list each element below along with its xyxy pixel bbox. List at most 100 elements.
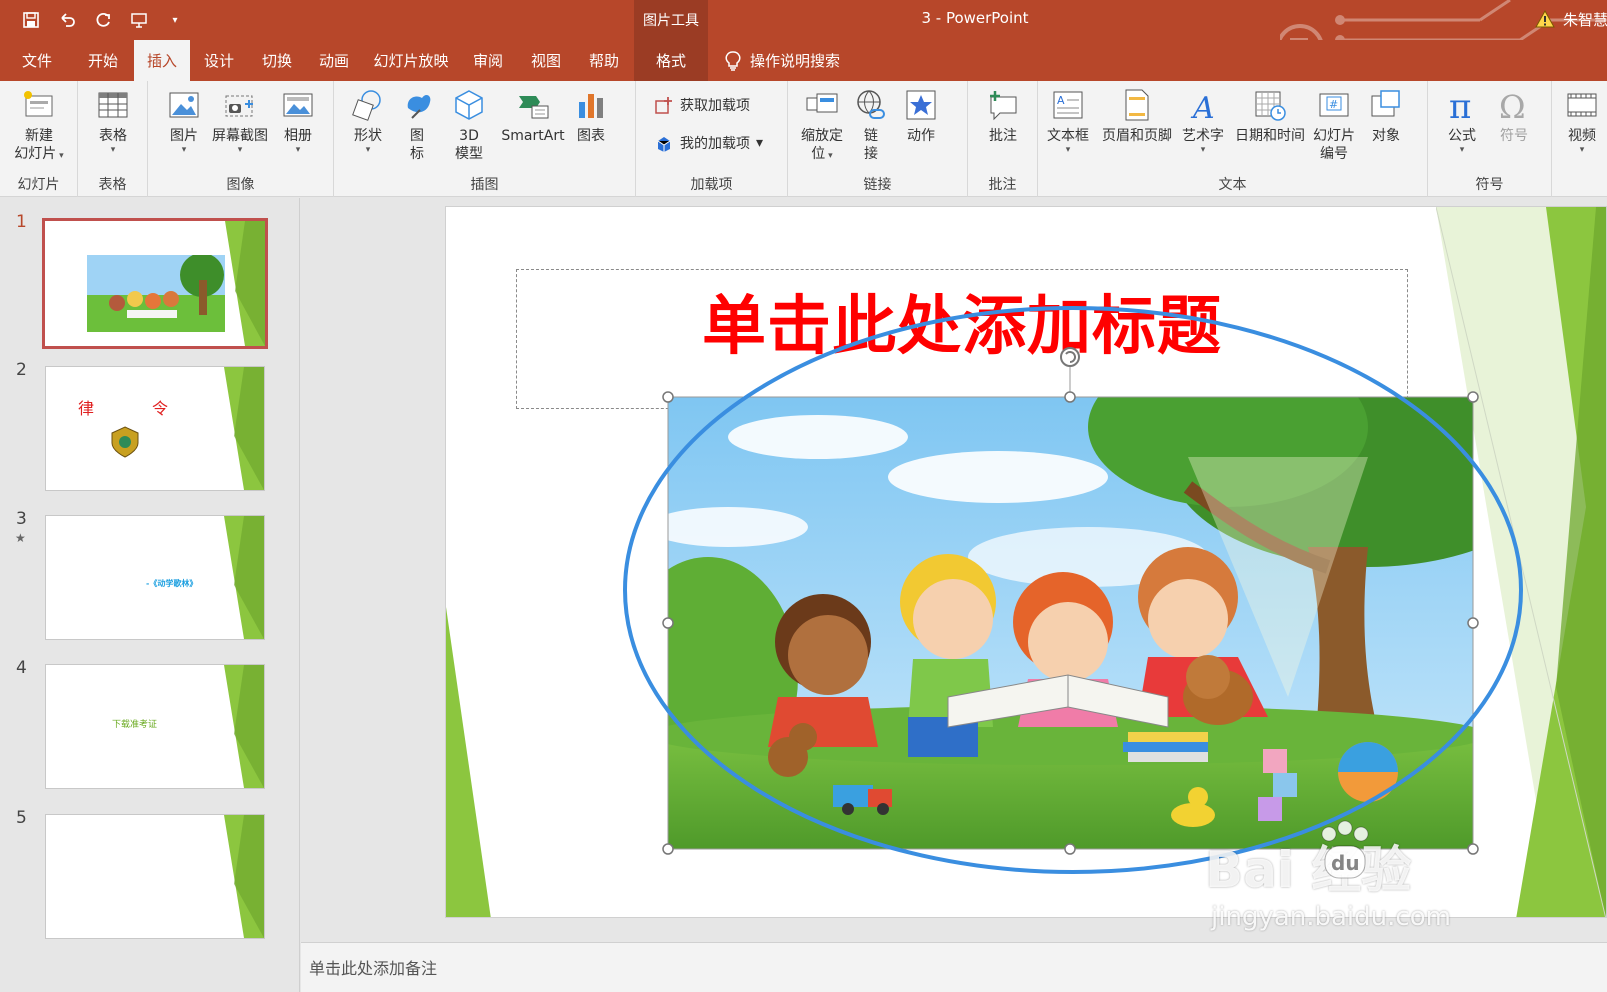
svg-text:#: # bbox=[1329, 98, 1338, 111]
wordart-icon: A bbox=[1184, 85, 1222, 125]
3d-models-label-2: 模型 bbox=[455, 146, 483, 162]
equation-button[interactable]: π 公式 ▾ bbox=[1440, 85, 1484, 155]
zoom-button[interactable]: 缩放定 位 ▾ bbox=[796, 85, 848, 163]
slide-thumbnail-2[interactable]: 律 令 bbox=[45, 366, 265, 491]
date-time-button[interactable]: 日期和时间 bbox=[1230, 85, 1310, 145]
tab-help[interactable]: 帮助 bbox=[576, 40, 632, 81]
my-addins-icon bbox=[657, 137, 671, 152]
notes-placeholder[interactable]: 单击此处添加备注 bbox=[309, 955, 437, 979]
tell-me-search[interactable]: 操作说明搜索 bbox=[724, 40, 840, 81]
3d-models-button[interactable]: 3D 模型 bbox=[448, 85, 490, 163]
chart-button[interactable]: 图表 bbox=[570, 85, 612, 145]
icons-button[interactable]: 图 标 bbox=[396, 85, 438, 163]
film-icon bbox=[1563, 85, 1601, 125]
photo-album-button[interactable]: 相册 ▾ bbox=[276, 85, 320, 155]
tab-transitions[interactable]: 切换 bbox=[248, 40, 306, 81]
comment-icon bbox=[984, 85, 1022, 125]
video-button[interactable]: 视频 ▾ bbox=[1560, 85, 1604, 155]
tab-insert[interactable]: 插入 bbox=[134, 40, 190, 81]
slide-number-button[interactable]: # 幻灯片 编号 bbox=[1308, 85, 1360, 163]
warning-icon[interactable] bbox=[1535, 9, 1555, 29]
tab-animations[interactable]: 动画 bbox=[306, 40, 362, 81]
icons-label-1: 图 bbox=[410, 128, 424, 144]
thumbnail-number: 5 bbox=[16, 808, 27, 828]
group-label-symbols: 符号 bbox=[1475, 177, 1504, 193]
tab-file[interactable]: 文件 bbox=[6, 40, 68, 81]
pictures-button[interactable]: 图片 ▾ bbox=[164, 85, 204, 155]
group-label-links: 链接 bbox=[863, 177, 892, 193]
current-slide[interactable]: 单击此处添加标题 bbox=[445, 206, 1607, 918]
undo-icon[interactable] bbox=[54, 7, 80, 33]
notes-pane[interactable]: 单击此处添加备注 bbox=[301, 942, 1607, 992]
my-addins-label: 我的加载项 bbox=[680, 136, 750, 152]
redo-icon[interactable] bbox=[90, 7, 116, 33]
tab-format[interactable]: 格式 bbox=[634, 40, 708, 81]
action-button[interactable]: 动作 bbox=[896, 85, 946, 145]
screenshot-label: 屏幕截图 bbox=[212, 128, 268, 144]
screenshot-button[interactable]: 屏幕截图 ▾ bbox=[208, 85, 272, 155]
shapes-button[interactable]: 形状 ▾ bbox=[348, 85, 388, 155]
shapes-label: 形状 bbox=[354, 128, 382, 144]
thumbnail-green-decoration bbox=[224, 665, 264, 788]
table-button[interactable]: 表格 ▾ bbox=[92, 85, 134, 155]
group-label-tables: 表格 bbox=[98, 177, 127, 193]
my-addins-button[interactable]: 我的加载项 ▾ bbox=[654, 133, 763, 153]
link-label-1: 链 bbox=[864, 128, 878, 144]
group-illustrations: 形状 ▾ 图 标 3D 模型 SmartArt 图表 插图 bbox=[334, 81, 636, 197]
pictures-label: 图片 bbox=[170, 128, 198, 144]
svg-text:Ω: Ω bbox=[1499, 88, 1526, 122]
smartart-icon bbox=[514, 85, 552, 125]
photo-album-label: 相册 bbox=[284, 128, 312, 144]
thumbnail-number: 1 bbox=[16, 212, 27, 232]
link-button[interactable]: 链 接 bbox=[850, 85, 892, 163]
shapes-icon bbox=[349, 85, 387, 125]
slide-number-icon: # bbox=[1315, 85, 1353, 125]
slide-thumbnail-5[interactable] bbox=[45, 814, 265, 939]
group-label-comments: 批注 bbox=[988, 177, 1017, 193]
save-icon[interactable] bbox=[18, 7, 44, 33]
customize-toolbar-icon[interactable]: ▾ bbox=[162, 7, 188, 33]
tab-home[interactable]: 开始 bbox=[72, 40, 134, 81]
slide-thumbnail-4[interactable]: 下载准考证 bbox=[45, 664, 265, 789]
group-links: 缩放定 位 ▾ 链 接 动作 链接 bbox=[788, 81, 968, 197]
group-addins: 获取加载项 我的加载项 ▾ 加载项 bbox=[636, 81, 788, 197]
textbox-label: 文本框 bbox=[1047, 128, 1089, 144]
smartart-button[interactable]: SmartArt bbox=[496, 85, 570, 145]
group-slides: 新建 幻灯片 ▾ 幻灯片 bbox=[0, 81, 78, 197]
lightbulb-icon bbox=[725, 50, 741, 71]
group-comments: 批注 批注 bbox=[968, 81, 1038, 197]
tab-design[interactable]: 设计 bbox=[190, 40, 248, 81]
svg-text:A: A bbox=[1190, 91, 1215, 122]
tab-review[interactable]: 审阅 bbox=[460, 40, 516, 81]
symbol-button[interactable]: Ω 符号 bbox=[1492, 85, 1536, 145]
textbox-button[interactable]: A 文本框 ▾ bbox=[1042, 85, 1094, 155]
equation-label: 公式 bbox=[1448, 128, 1476, 144]
slide-green-decoration-left bbox=[446, 607, 491, 917]
user-account-name[interactable]: 朱智慧 bbox=[1563, 9, 1607, 30]
wordart-button[interactable]: A 艺术字 ▾ bbox=[1178, 85, 1228, 155]
slide-thumbnail-1[interactable] bbox=[42, 218, 268, 349]
slide-thumbnail-panel[interactable]: 1 2 律 令 3 ★ -《动学歌林》 4 下载准考证 5 bbox=[0, 198, 300, 992]
comment-button[interactable]: 批注 bbox=[982, 85, 1024, 145]
slide-number-label-2: 编号 bbox=[1320, 146, 1348, 162]
link-label-2: 接 bbox=[864, 146, 878, 162]
thumbnail-green-decoration bbox=[224, 516, 264, 639]
3d-models-label-1: 3D bbox=[459, 128, 479, 144]
slide-number-label-1: 幻灯片 bbox=[1313, 128, 1355, 144]
video-label: 视频 bbox=[1568, 128, 1596, 144]
zoom-icon bbox=[803, 85, 841, 125]
start-slideshow-icon[interactable] bbox=[126, 7, 152, 33]
get-addins-button[interactable]: 获取加载项 bbox=[654, 95, 750, 115]
tab-view[interactable]: 视图 bbox=[518, 40, 574, 81]
header-footer-button[interactable]: 页眉和页脚 bbox=[1098, 85, 1176, 145]
slide-thumbnail-3[interactable]: -《动学歌林》 bbox=[45, 515, 265, 640]
new-slide-button[interactable]: 新建 幻灯片 ▾ bbox=[8, 85, 70, 163]
slide-title[interactable]: 单击此处添加标题 bbox=[516, 275, 1408, 367]
quick-access-toolbar: ▾ bbox=[18, 7, 188, 33]
selected-picture[interactable] bbox=[668, 397, 1473, 849]
tab-slideshow[interactable]: 幻灯片放映 bbox=[364, 40, 458, 81]
ribbon-tab-bar: 文件 开始 插入 设计 切换 动画 幻灯片放映 审阅 视图 帮助 格式 操作说明… bbox=[0, 40, 1607, 81]
table-icon bbox=[94, 85, 132, 125]
object-button[interactable]: 对象 bbox=[1364, 85, 1408, 145]
cube-icon bbox=[450, 85, 488, 125]
